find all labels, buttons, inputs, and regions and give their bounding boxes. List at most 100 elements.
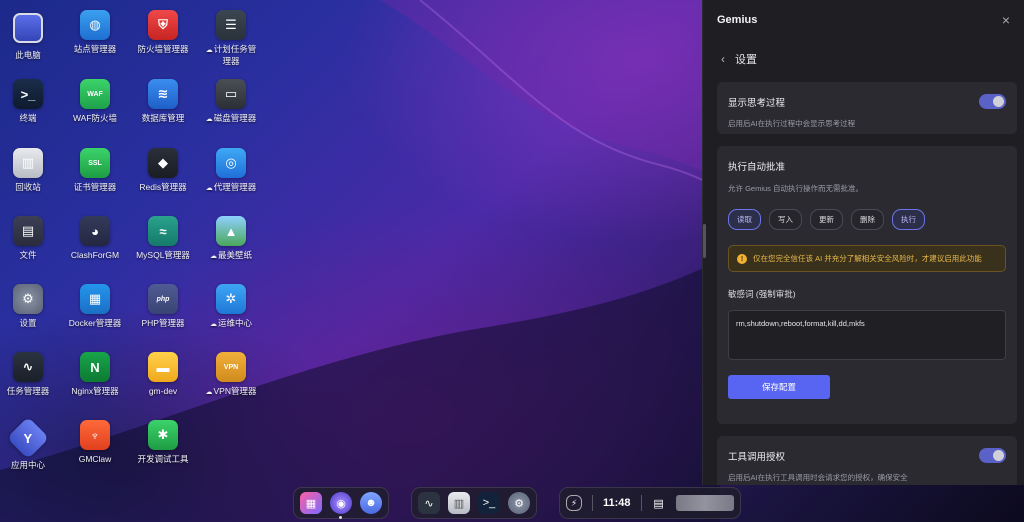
auto-approve-card: 执行自动批准 允许 Gemius 自动执行操作而无需批准。 读取 写入 更新 删除 执行… [717,146,1017,424]
mysql-manager-icon: ≈ [148,216,178,246]
icon-glyph: ▤ [21,223,35,238]
settings-icon[interactable]: ⚙ [508,492,530,514]
user-admin-icon[interactable]: ☻ [360,492,382,514]
desktop-icon-label: 数据库管理 [142,113,185,124]
recycle-bin-icon[interactable]: ▥ [448,492,470,514]
cloud-sync-icon: ☁ [209,321,217,328]
icon-glyph: VPN [223,363,239,371]
desktop-icon-app-center[interactable]: Y 应用中心 [0,416,62,471]
permission-chip[interactable]: 写入 [769,209,802,230]
close-icon[interactable]: × [1002,12,1010,28]
desktop-icon-label: Nginx管理器 [71,386,118,397]
label-text: 计划任务管理器 [213,44,257,66]
desktop-icon-settings[interactable]: ⚙ 设置 [0,284,62,329]
settings-page-title: 设置 [735,54,757,66]
gemius-panel: Gemius × ‹ 设置 显示思考过程 启用后AI在执行过程中会显示思考过程 … [702,0,1024,485]
gemius-icon[interactable]: ◉ [330,492,352,519]
terminal-icon[interactable]: >_ [478,492,500,514]
desktop-icon-gm-dev-folder[interactable]: ▬ gm-dev [129,352,197,397]
auto-approve-title: 执行自动批准 [728,162,786,173]
desktop-icon-label: ☁运维中心 [210,318,252,330]
label-text: 代理管理器 [213,182,257,192]
docker-manager-icon: ▦ [80,284,110,314]
icon-glyph: Y [23,430,33,446]
desktop-icon-terminal[interactable]: >_ 终端 [0,79,62,124]
dock-separator [640,495,642,511]
app-center-icon: Y [6,416,50,460]
desktop-icon-waf-firewall[interactable]: WAF WAF防火墙 [61,79,129,124]
desktop-icon-this-pc[interactable]: 此电脑 [0,10,62,61]
disk-manager-icon: ▭ [216,79,246,109]
tool-auth-desc: 启用后AI在执行工具调用时会请求您的授权，确保安全 [728,473,908,482]
terminal-icon: >_ [13,79,43,109]
label-text: VPN管理器 [213,386,257,396]
sensitive-words-input[interactable]: rm,shutdown,reboot,format,kill,dd,mkfs [728,310,1006,360]
tool-auth-toggle[interactable] [979,448,1006,463]
desktop-icon-clashforgm[interactable]: ◕ ClashForGM [61,216,129,261]
label-text: 文件 [19,250,37,260]
desktop-icon-schedule-task-manager[interactable]: ☰ ☁计划任务管理器 [197,10,265,67]
launcher-icon[interactable]: ▦ [300,492,322,514]
desktop-icon-docker-manager[interactable]: ▦ Docker管理器 [61,284,129,329]
cert-manager-icon: SSL [80,148,110,178]
server-icon[interactable]: ▤ [652,492,666,514]
label-text: gm-dev [148,386,178,396]
icon-glyph: ≋ [157,86,169,101]
icon-glyph: ≈ [159,223,167,239]
permission-chip[interactable]: 读取 [728,209,761,230]
desktop-icon-firewall-manager[interactable]: ⛨ 防火墙管理器 [129,10,197,55]
tool-auth-card: 工具调用授权 启用后AI在执行工具调用时会请求您的授权，确保安全 [717,436,1017,485]
icon-glyph: ◕ [91,223,99,239]
desktop-icon-cert-manager[interactable]: SSL 证书管理器 [61,148,129,193]
label-text: Redis管理器 [139,182,187,192]
gmclaw-icon: ♆ [80,420,110,450]
cloud-sync-icon: ☁ [209,253,217,260]
desktop-icon-proxy-manager[interactable]: ◎ ☁代理管理器 [197,148,265,194]
warning-text: 仅在您完全信任该 AI 并充分了解相关安全风险时，才建议启用此功能 [753,254,982,263]
desktop-icon-recycle-bin[interactable]: ▥ 回收站 [0,148,62,193]
thinking-toggle[interactable] [979,94,1006,109]
dock-apps: ▦ ◉ ☻ [293,487,389,519]
task-manager-icon[interactable]: ∿ [418,492,440,514]
desktop-icon-wallpaper-app[interactable]: ▲ ☁最美壁纸 [197,216,265,262]
desktop-icon-php-manager[interactable]: php PHP管理器 [129,284,197,329]
desktop-icon-redis-manager[interactable]: ◆ Redis管理器 [129,148,197,193]
desktop-icon-database-manager[interactable]: ≋ 数据库管理 [129,79,197,124]
icon-glyph: ☰ [225,17,237,32]
desktop-icon-nginx-manager[interactable]: N Nginx管理器 [61,352,129,397]
icon-glyph: ⚙ [22,291,34,306]
desktop-icon-ops-center[interactable]: ✲ ☁运维中心 [197,284,265,330]
save-config-button[interactable]: 保存配置 [728,375,830,399]
permission-chip[interactable]: 删除 [851,209,884,230]
firewall-manager-icon: ⛨ [148,10,178,40]
desktop-icon-disk-manager[interactable]: ▭ ☁磁盘管理器 [197,79,265,125]
thinking-title: 显示思考过程 [728,97,786,109]
desktop-icon-label: ☁VPN管理器 [206,386,257,398]
database-manager-icon: ≋ [148,79,178,109]
cloud-sync-icon: ☁ [205,185,213,192]
icon-glyph: ▬ [156,359,170,375]
permission-chip[interactable]: 更新 [810,209,843,230]
desktop-icon-vpn-manager[interactable]: VPN ☁VPN管理器 [197,352,265,398]
back-chevron-icon[interactable]: ‹ [721,52,725,66]
icon-glyph: N [90,359,100,375]
desktop-icon-label: Docker管理器 [69,318,121,329]
files-icon: ▤ [13,216,43,246]
desktop-icon-task-manager[interactable]: ∿ 任务管理器 [0,352,62,397]
desktop-icon-label: PHP管理器 [142,318,185,329]
desktop-icon-site-manager[interactable]: ◍ 站点管理器 [61,10,129,55]
desktop-icon-dev-debug-tool[interactable]: ✱ 开发调试工具 [129,420,197,465]
permission-chip[interactable]: 执行 [892,209,925,230]
label-text: 防火墙管理器 [137,44,189,54]
clock[interactable]: 11:48 [603,497,631,509]
desktop-icon-gmclaw[interactable]: ♆ GMClaw [61,420,129,465]
label-text: 开发调试工具 [137,454,189,464]
activity-icon[interactable]: ⚡ [566,495,582,511]
warning-icon: ! [737,254,747,264]
label-text: 任务管理器 [6,386,50,396]
desktop-icon-files[interactable]: ▤ 文件 [0,216,62,261]
clashforgm-icon: ◕ [80,216,110,246]
desktop-icon-mysql-manager[interactable]: ≈ MySQL管理器 [129,216,197,261]
label-text: 最美壁纸 [217,250,252,260]
panel-resize-handle[interactable] [703,224,706,258]
